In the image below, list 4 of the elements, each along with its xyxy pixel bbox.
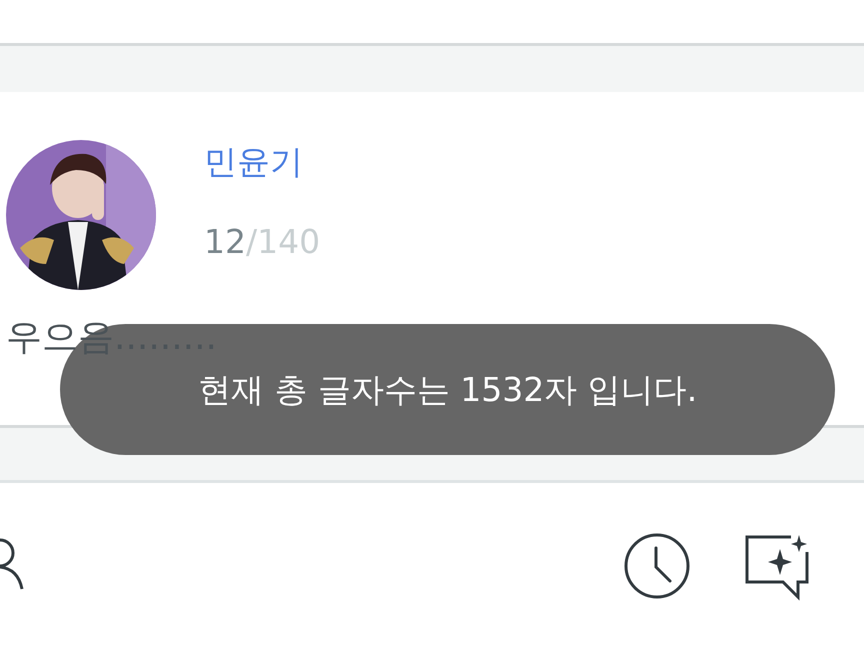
chat-sparkle-icon[interactable] bbox=[745, 535, 809, 601]
clock-icon[interactable] bbox=[624, 533, 690, 599]
character-count: 12 bbox=[204, 221, 246, 263]
author-name: 민윤기 bbox=[204, 141, 304, 183]
